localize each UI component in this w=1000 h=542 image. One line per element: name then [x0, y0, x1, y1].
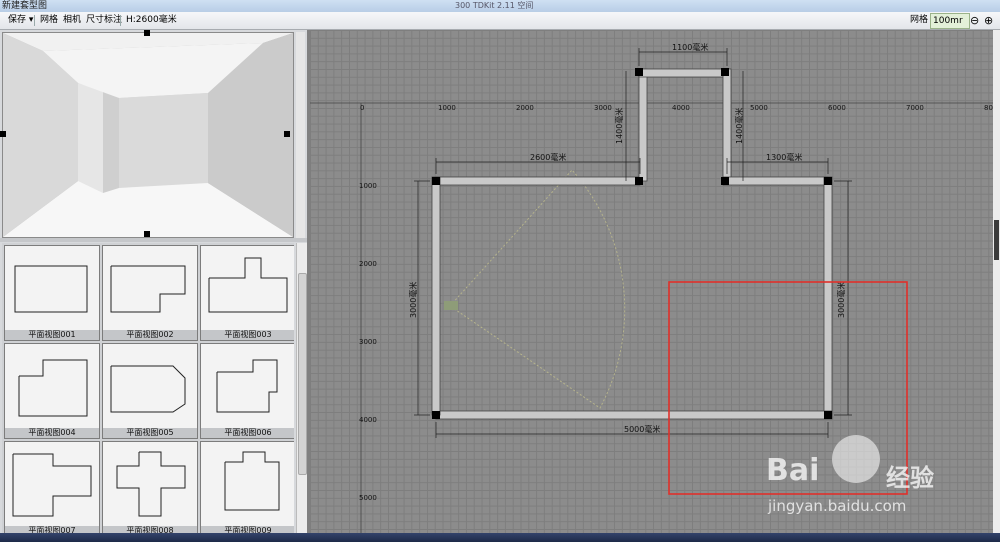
- canvas-scrollbar[interactable]: [993, 30, 1000, 542]
- thumbnail-plan-004[interactable]: 平面视图004: [4, 343, 100, 439]
- wall-joint: [824, 177, 832, 185]
- thumbnail-label: 平面视图003: [201, 330, 294, 340]
- thumbnail-plan-006[interactable]: 平面视图006: [200, 343, 294, 439]
- dim-label-left-segment: 2600毫米: [530, 152, 566, 162]
- wall-top-left: [435, 176, 641, 186]
- zoom-in-icon[interactable]: ⊕: [982, 12, 995, 29]
- plan-thumbnail-icon: [18, 359, 88, 417]
- thumbnail-plan-005[interactable]: 平面视图005: [102, 343, 198, 439]
- plan-thumbnail-icon: [224, 451, 280, 511]
- dim-label-notch-right: 1400毫米: [734, 108, 744, 144]
- ruler-y-label: 3000: [359, 338, 377, 346]
- panel-splitter[interactable]: [0, 238, 307, 242]
- wall-joint: [635, 177, 643, 185]
- thumbnail-plan-001[interactable]: 平面视图001: [4, 245, 100, 341]
- dim-label-left-height: 3000毫米: [408, 282, 418, 318]
- dim-label-bottom: 5000毫米: [624, 424, 660, 434]
- ruler-x-label: 7000: [906, 104, 924, 112]
- window-title: 新建套型图: [2, 1, 48, 11]
- thumbnail-grid: 平面视图001 平面视图002 平面视图003 平面视图004 平面视图005 …: [2, 243, 294, 541]
- left-panel: 平面视图001 平面视图002 平面视图003 平面视图004 平面视图005 …: [0, 30, 307, 542]
- camera-icon: [444, 301, 458, 310]
- ruler-x-label: 8000: [984, 104, 993, 112]
- dim-label-right-segment: 1300毫米: [766, 152, 802, 162]
- plan-thumbnail-icon: [110, 265, 186, 313]
- dim-label-right-height: 3000毫米: [836, 282, 846, 318]
- resize-handle[interactable]: [144, 231, 150, 237]
- ruler-y-label: 2000: [359, 260, 377, 268]
- toolbar-divider: [34, 15, 35, 26]
- watermark-brand2: 经验: [886, 464, 934, 492]
- zoom-out-icon[interactable]: ⊖: [968, 12, 981, 29]
- plan-thumbnail-icon: [14, 265, 88, 313]
- ruler-x-label: 4000: [672, 104, 690, 112]
- thumbnail-plan-009[interactable]: 平面视图009: [200, 441, 294, 537]
- grid-right-label: 网格: [910, 15, 929, 25]
- wall-top-right: [722, 176, 829, 186]
- wall-joint: [432, 411, 440, 419]
- plan-canvas[interactable]: 0 1000 2000 3000 4000 5000 6000 7000 800…: [310, 30, 993, 542]
- toolbar: 保存 ▾ 网格 相机 尺寸标注 H:2600毫米 网格 100mr ⊖ ⊕: [0, 12, 1000, 30]
- camera-button[interactable]: 相机: [61, 12, 83, 29]
- ruler-y-label: 1000: [359, 182, 377, 190]
- thumbnail-plan-002[interactable]: 平面视图002: [102, 245, 198, 341]
- save-menu[interactable]: 保存 ▾: [6, 12, 35, 29]
- thumbnail-label: 平面视图004: [5, 428, 99, 438]
- ruler-x-label: 2000: [516, 104, 534, 112]
- window-center-title: 300 TDKit 2.11 空间: [455, 1, 534, 10]
- ruler-x-label: 3000: [594, 104, 612, 112]
- plan-thumbnail-icon: [110, 365, 186, 413]
- plan-thumbnail-icon: [12, 453, 92, 517]
- wall-joint: [824, 411, 832, 419]
- save-label: 保存: [8, 15, 27, 25]
- wall-left: [431, 176, 441, 416]
- watermark-brand: Bai: [766, 453, 820, 488]
- dim-label-top-notch: 1100毫米: [672, 42, 708, 52]
- resize-handle[interactable]: [0, 131, 6, 137]
- thumbnail-label: 平面视图002: [103, 330, 197, 340]
- paw-logo-icon: [832, 435, 880, 483]
- height-readout: H:2600毫米: [126, 15, 177, 25]
- plan-thumbnail-icon: [116, 451, 186, 517]
- watermark-url: jingyan.baidu.com: [768, 497, 907, 515]
- wall-joint: [432, 177, 440, 185]
- plan-thumbnail-icon: [208, 257, 288, 313]
- 3d-preview[interactable]: [0, 30, 294, 238]
- ruler-x-label: 1000: [438, 104, 456, 112]
- scrollbar-thumb[interactable]: [298, 273, 307, 475]
- wall-joint: [721, 177, 729, 185]
- preview-scrollbar[interactable]: [296, 32, 305, 238]
- wall-right: [823, 176, 833, 416]
- title-bar: 新建套型图 300 TDKit 2.11 空间: [0, 0, 1000, 12]
- grid-button[interactable]: 网格: [38, 12, 60, 29]
- thumbnail-plan-007[interactable]: 平面视图007: [4, 441, 100, 537]
- ruler-y-label: 4000: [359, 416, 377, 424]
- thumbnail-label: 平面视图001: [5, 330, 99, 340]
- thumbnail-label: 平面视图005: [103, 428, 197, 438]
- taskbar: [0, 533, 1000, 542]
- room-perspective: [3, 33, 293, 237]
- thumbnail-plan-003[interactable]: 平面视图003: [200, 245, 294, 341]
- ruler-x-label: 6000: [828, 104, 846, 112]
- ruler-x-label: 5000: [750, 104, 768, 112]
- dimension-button[interactable]: 尺寸标注: [84, 12, 124, 29]
- resize-handle[interactable]: [144, 30, 150, 36]
- ruler-x-label: 0: [360, 104, 364, 112]
- thumbnail-scrollbar[interactable]: [296, 243, 307, 541]
- wall-joint: [721, 68, 729, 76]
- grid-size-select[interactable]: 100mr: [930, 13, 970, 29]
- ruler-y-label: 5000: [359, 494, 377, 502]
- resize-handle[interactable]: [284, 131, 290, 137]
- plan-thumbnail-icon: [216, 359, 278, 413]
- dim-label-notch-left: 1400毫米: [614, 108, 624, 144]
- wall-notch-top: [638, 68, 728, 78]
- scrollbar-thumb[interactable]: [994, 220, 999, 260]
- wall-bottom: [435, 410, 833, 420]
- thumbnail-plan-008[interactable]: 平面视图008: [102, 441, 198, 537]
- toolbar-divider: [120, 15, 121, 26]
- camera-view-cone: [449, 169, 626, 409]
- wall-joint: [635, 68, 643, 76]
- thumbnail-label: 平面视图006: [201, 428, 294, 438]
